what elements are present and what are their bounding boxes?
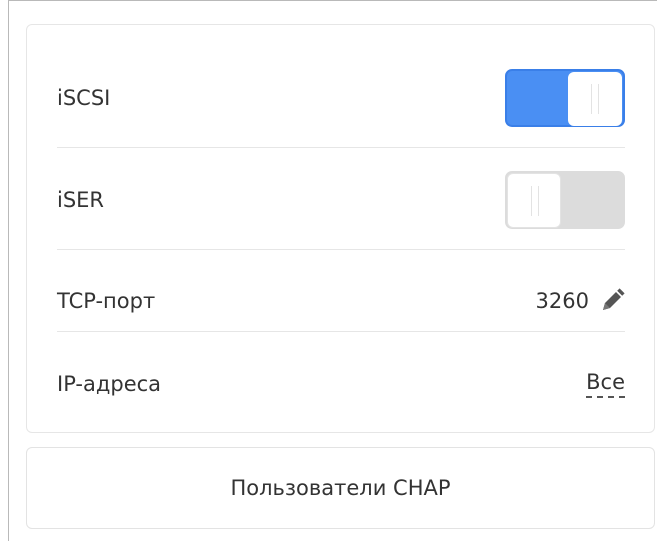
divider <box>57 331 625 332</box>
iser-row: iSER <box>57 171 625 229</box>
tcp-port-value-group: 3260 <box>536 288 625 314</box>
ip-addresses-link[interactable]: Все <box>586 370 625 398</box>
toggle-knob <box>507 173 561 228</box>
pencil-icon[interactable] <box>599 288 625 314</box>
ip-addresses-row: IP-адреса Все <box>57 357 625 411</box>
grip-icon <box>531 186 539 216</box>
iscsi-label: iSCSI <box>57 86 111 110</box>
toggle-knob <box>568 72 622 126</box>
iser-label: iSER <box>57 188 105 212</box>
grip-icon <box>591 84 599 114</box>
settings-card: iSCSI iSER TCP-порт 3260 IP-адреса Все <box>26 24 655 433</box>
tcp-port-value: 3260 <box>535 289 589 313</box>
ip-addresses-label: IP-адреса <box>57 372 162 396</box>
iscsi-row: iSCSI <box>57 69 625 127</box>
chap-users-button[interactable]: Пользователи CHAP <box>26 447 655 529</box>
iser-toggle[interactable] <box>505 171 625 229</box>
divider <box>57 147 625 148</box>
tcp-port-label: TCP-порт <box>57 289 156 313</box>
iscsi-toggle[interactable] <box>505 69 625 127</box>
tcp-port-row: TCP-порт 3260 <box>57 275 625 327</box>
divider <box>57 249 625 250</box>
